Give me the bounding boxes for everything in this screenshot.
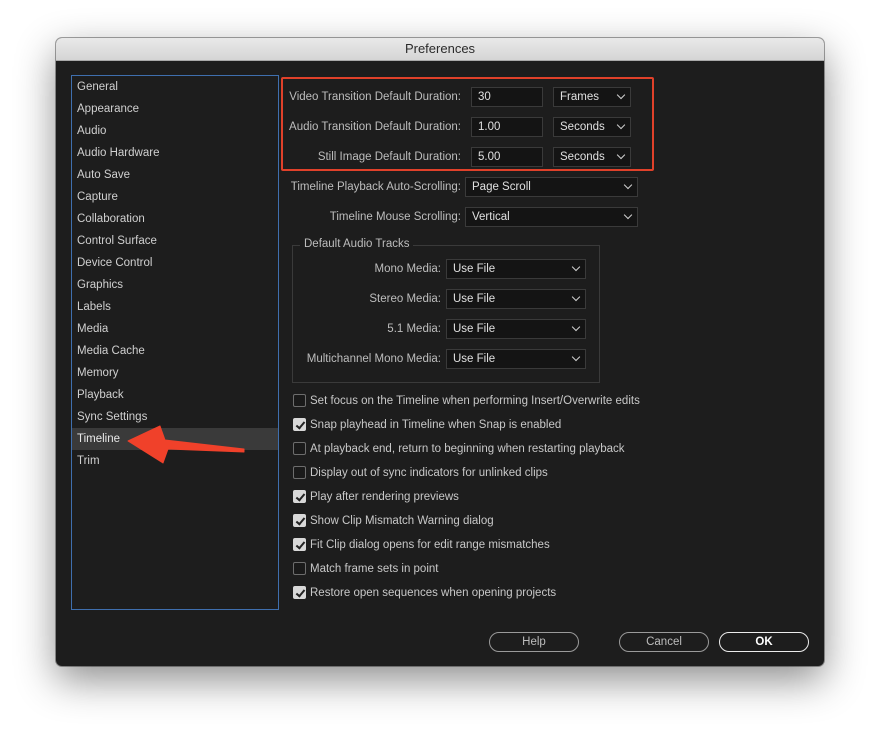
arrow-shape bbox=[127, 425, 245, 464]
annotation-arrow-icon bbox=[127, 425, 245, 464]
